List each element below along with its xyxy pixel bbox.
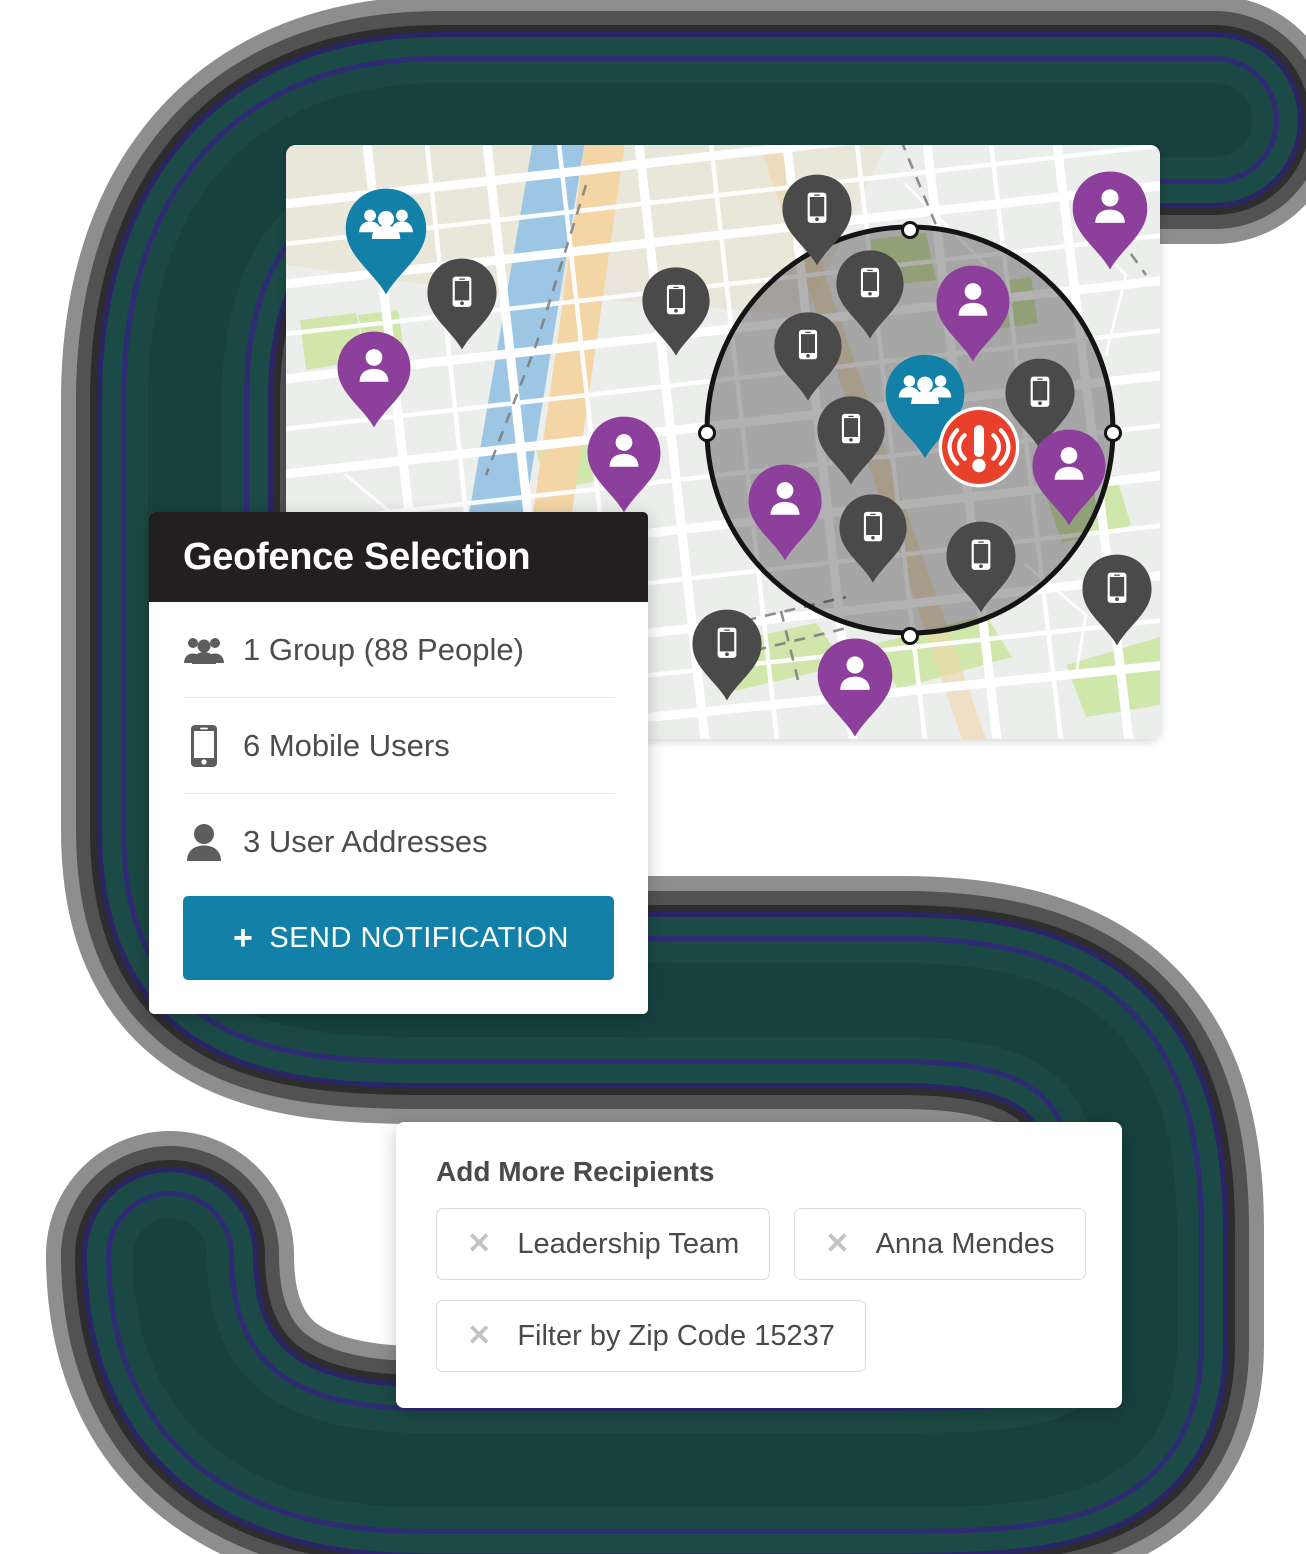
pin-user-inside-2[interactable]	[1031, 428, 1107, 527]
pin-user-ne-outside[interactable]	[1071, 170, 1149, 271]
pin-mobile-n-center[interactable]	[641, 266, 711, 357]
pin-mobile-inside-5[interactable]	[838, 493, 908, 584]
single-user-icon	[183, 823, 225, 861]
recipient-chip-zip-filter[interactable]: ✕ Filter by Zip Code 15237	[436, 1300, 866, 1372]
pin-mobile-inside-2[interactable]	[773, 311, 843, 402]
pin-mobile-s-outside[interactable]	[691, 608, 763, 702]
close-x-icon[interactable]: ✕	[467, 1321, 491, 1351]
plus-icon: +	[233, 919, 254, 957]
send-notification-label: SEND NOTIFICATION	[269, 921, 569, 954]
pin-user-inside-1[interactable]	[935, 264, 1011, 363]
recipient-chip-label: Leadership Team	[517, 1227, 740, 1260]
page-title: Geofence Selection	[183, 536, 531, 578]
pin-user-s-outside[interactable]	[816, 637, 894, 738]
row-group-label: 1 Group (88 People)	[243, 631, 524, 667]
recipients-title: Add More Recipients	[436, 1156, 715, 1187]
row-addresses-label: 3 User Addresses	[243, 824, 488, 859]
row-group-count[interactable]: 1 Group (88 People)	[183, 602, 614, 698]
send-notification-button[interactable]: + SEND NOTIFICATION	[183, 896, 614, 980]
recipient-chips-row-1: ✕ Leadership Team ✕ Anna Mendes	[436, 1208, 1086, 1280]
recipient-chip-label: Filter by Zip Code 15237	[517, 1319, 835, 1352]
add-more-recipients-panel: Add More Recipients ✕ Leadership Team ✕ …	[396, 1122, 1122, 1408]
pin-user-w[interactable]	[336, 330, 412, 429]
recipient-chip-leadership-team[interactable]: ✕ Leadership Team	[436, 1208, 771, 1280]
pin-alert-inside[interactable]	[937, 405, 1021, 489]
row-mobile-label: 6 Mobile Users	[243, 727, 450, 763]
close-x-icon[interactable]: ✕	[825, 1229, 849, 1259]
recipient-chip-anna-mendes[interactable]: ✕ Anna Mendes	[794, 1208, 1086, 1280]
close-x-icon[interactable]: ✕	[467, 1229, 491, 1259]
recipient-chips-row-2: ✕ Filter by Zip Code 15237	[436, 1300, 1082, 1372]
pin-mobile-inside-1[interactable]	[835, 249, 905, 340]
pin-mobile-nw[interactable]	[426, 257, 498, 351]
pin-group-outside-nw[interactable]	[344, 187, 428, 296]
row-mobile-count[interactable]: 6 Mobile Users	[183, 698, 614, 794]
pin-user-sw[interactable]	[586, 415, 662, 514]
pin-mobile-se-outside[interactable]	[1081, 553, 1153, 647]
panel-header: Geofence Selection	[149, 512, 648, 602]
recipient-chip-label: Anna Mendes	[875, 1227, 1055, 1260]
pin-mobile-inside-6[interactable]	[945, 520, 1017, 614]
pin-mobile-inside-4[interactable]	[816, 395, 886, 486]
row-addresses-count[interactable]: 3 User Addresses	[183, 794, 614, 890]
pin-user-inside-3[interactable]	[747, 463, 823, 562]
panel-body: 1 Group (88 People) 6 Mobile Users 3 Use…	[149, 602, 648, 980]
users-group-icon	[183, 635, 225, 665]
mobile-phone-icon	[183, 724, 225, 767]
geofence-selection-panel: Geofence Selection 1 Group (88 People) 6…	[149, 512, 648, 1014]
screenshot-root: Geofence Selection 1 Group (88 People) 6…	[0, 0, 1306, 1554]
